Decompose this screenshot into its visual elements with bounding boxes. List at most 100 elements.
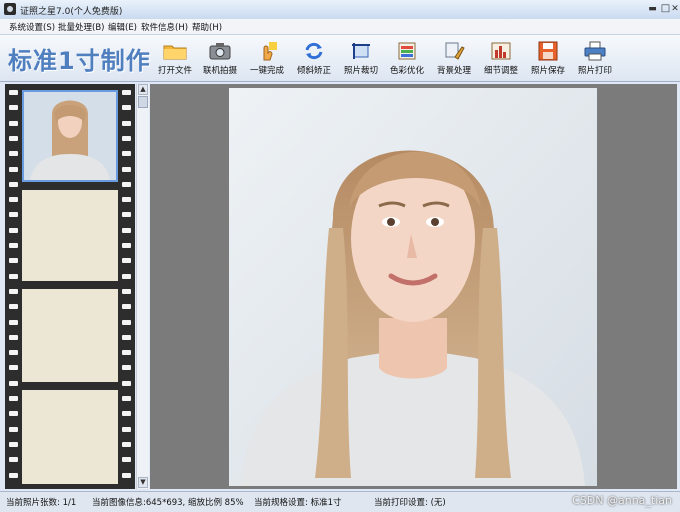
thumbnail-slot-3[interactable] xyxy=(22,289,118,382)
film-sprocket-hole xyxy=(122,441,131,447)
status-photo-count: 当前照片张数: 1/1 xyxy=(6,498,77,508)
print-photo-button[interactable]: 照片打印 xyxy=(573,41,617,79)
film-sprocket-hole xyxy=(9,151,18,157)
film-sprocket-hole xyxy=(9,350,18,356)
film-sprocket-hole xyxy=(9,426,18,432)
status-image-info: 当前图像信息:645*693, 缩放比例 85% xyxy=(92,498,244,508)
window-title: 证照之星7.0(个人免费版) xyxy=(20,7,123,17)
menu-edit[interactable]: 编辑(E) xyxy=(108,21,137,33)
film-sprocket-hole xyxy=(9,197,18,203)
menu-system-settings[interactable]: 系统设置(S) xyxy=(9,21,55,33)
film-sprocket-hole xyxy=(9,181,18,187)
film-sprocket-hole xyxy=(122,396,131,401)
film-sprocket-hole xyxy=(9,319,18,325)
brush-icon xyxy=(445,42,465,60)
film-sprocket-hole xyxy=(9,90,18,95)
film-sprocket-hole xyxy=(9,472,18,478)
thumbnail-slot-4[interactable] xyxy=(22,390,118,484)
title-bar: 证照之星7.0(个人免费版) ▬ □ ✕ xyxy=(0,0,680,20)
color-optimize-button[interactable]: 色彩优化 xyxy=(385,41,429,79)
film-sprocket-hole xyxy=(122,181,131,187)
app-icon xyxy=(4,3,16,15)
photo-crop-button[interactable]: 照片裁切 xyxy=(339,41,383,79)
portrait-image xyxy=(229,88,597,486)
detail-adjust-button[interactable]: 细节调整 xyxy=(479,41,523,79)
one-click-button[interactable]: 一键完成 xyxy=(245,41,289,79)
film-sprocket-hole xyxy=(122,273,131,279)
open-file-button[interactable]: 打开文件 xyxy=(153,41,197,79)
camera-capture-button[interactable]: 联机拍摄 xyxy=(198,41,242,79)
thumbnail-scrollbar[interactable]: ▲ ▼ xyxy=(136,84,149,489)
portrait-photo[interactable] xyxy=(229,88,597,486)
film-sprocket-hole xyxy=(9,212,18,218)
film-sprocket-hole xyxy=(9,380,18,386)
film-sprocket-hole xyxy=(9,334,18,340)
film-sprocket-hole xyxy=(122,135,131,141)
film-sprocket-hole xyxy=(9,243,18,248)
film-sprocket-hole xyxy=(122,258,131,264)
chart-icon xyxy=(491,42,511,60)
film-sprocket-hole xyxy=(9,105,18,111)
film-sprocket-hole xyxy=(122,319,131,325)
minimize-button[interactable]: ▬ xyxy=(646,3,659,15)
film-sprocket-hole xyxy=(122,151,131,157)
thumbnail-slot-2[interactable] xyxy=(22,190,118,281)
film-sprocket-hole xyxy=(122,380,131,386)
film-sprocket-hole xyxy=(9,288,18,294)
film-sprocket-hole xyxy=(122,212,131,218)
photo-canvas xyxy=(150,84,677,489)
scroll-thumb[interactable] xyxy=(138,96,148,108)
film-sprocket-hole xyxy=(9,441,18,447)
film-sprocket-hole xyxy=(9,411,18,417)
film-sprocket-hole xyxy=(122,288,131,294)
film-sprocket-hole xyxy=(122,120,131,126)
film-strip xyxy=(5,84,135,489)
thumbnail-1[interactable] xyxy=(22,90,118,182)
film-sprocket-hole xyxy=(122,457,131,463)
scroll-down-button[interactable]: ▼ xyxy=(138,477,148,488)
scroll-up-button[interactable]: ▲ xyxy=(138,84,148,95)
film-sprocket-hole xyxy=(122,243,131,248)
film-sprocket-hole xyxy=(122,90,131,95)
film-sprocket-hole xyxy=(122,411,131,417)
tilt-correct-button[interactable]: 倾斜矫正 xyxy=(292,41,336,79)
menu-help[interactable]: 帮助(H) xyxy=(192,21,222,33)
film-sprocket-hole xyxy=(122,350,131,356)
folder-icon xyxy=(163,45,187,60)
close-button[interactable]: ✕ xyxy=(670,3,680,15)
menu-software-info[interactable]: 软件信息(H) xyxy=(141,21,188,33)
film-sprocket-hole xyxy=(9,396,18,401)
background-button[interactable]: 背景处理 xyxy=(432,41,476,79)
palette-icon xyxy=(398,42,416,60)
crop-icon xyxy=(352,43,370,59)
save-icon xyxy=(538,41,558,61)
film-sprocket-hole xyxy=(122,334,131,340)
save-photo-button[interactable]: 照片保存 xyxy=(526,41,570,79)
watermark-text: CSDN @anna_tian xyxy=(572,494,672,507)
portrait-thumbnail xyxy=(24,92,116,180)
thumbnail-panel xyxy=(5,84,135,489)
rotate-icon xyxy=(305,42,323,60)
menu-batch[interactable]: 批量处理(B) xyxy=(58,21,104,33)
film-sprocket-hole xyxy=(9,258,18,264)
film-sprocket-hole xyxy=(9,304,18,310)
film-sprocket-hole xyxy=(122,304,131,310)
toolbar: 标准1寸制作 打开文件 联机拍摄 一键完成 倾斜矫正 照片裁切 色彩优化 背景处… xyxy=(0,35,680,82)
film-sprocket-hole xyxy=(122,426,131,432)
menu-bar: 系统设置(S) 批量处理(B) 编辑(E) 软件信息(H) 帮助(H) xyxy=(0,19,680,35)
film-sprocket-hole xyxy=(9,120,18,126)
film-sprocket-hole xyxy=(122,365,131,371)
status-bar: 当前照片张数: 1/1 当前图像信息:645*693, 缩放比例 85% 当前规… xyxy=(0,491,680,512)
film-sprocket-hole xyxy=(122,197,131,203)
film-sprocket-hole xyxy=(122,472,131,478)
status-spec: 当前规格设置: 标准1寸 xyxy=(254,498,342,508)
camera-icon xyxy=(209,43,231,60)
hand-icon xyxy=(263,42,277,61)
film-sprocket-hole xyxy=(9,166,18,172)
film-sprocket-hole xyxy=(122,166,131,172)
printer-icon xyxy=(584,41,606,61)
film-sprocket-hole xyxy=(9,365,18,371)
film-sprocket-hole xyxy=(9,273,18,279)
status-print: 当前打印设置: (无) xyxy=(374,498,446,508)
film-sprocket-hole xyxy=(9,457,18,463)
